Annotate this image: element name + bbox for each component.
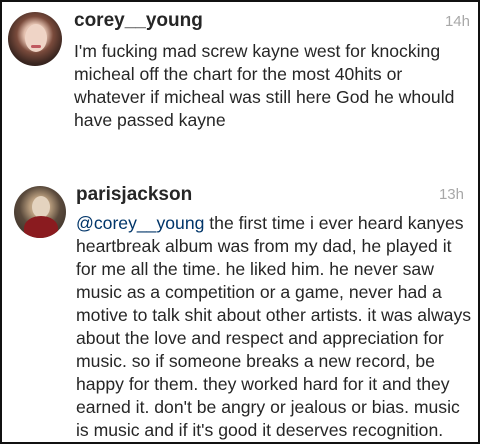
avatar[interactable] [14,186,66,238]
comment-item: parisjackson 13h @corey__young the first… [2,172,478,442]
comment-username[interactable]: corey__young [74,10,203,32]
comment-item: corey__young 14h I'm fucking mad screw k… [2,2,478,154]
comment-timestamp: 13h [438,186,464,203]
mention-link[interactable]: @corey__young [76,213,204,233]
comment-username[interactable]: parisjackson [76,184,192,206]
comment-timestamp: 14h [444,13,470,30]
avatar-lips [31,45,41,48]
comment-text: I'm fucking mad screw kayne west for kno… [74,41,455,130]
avatar-face [32,196,50,218]
comment-body: the first time i ever heard kanyes heart… [76,213,472,440]
avatar[interactable] [8,12,62,66]
avatar-dress [24,216,58,238]
comment-text: @corey__young the first time i ever hear… [76,212,474,442]
comments-panel: corey__young 14h I'm fucking mad screw k… [0,0,480,444]
